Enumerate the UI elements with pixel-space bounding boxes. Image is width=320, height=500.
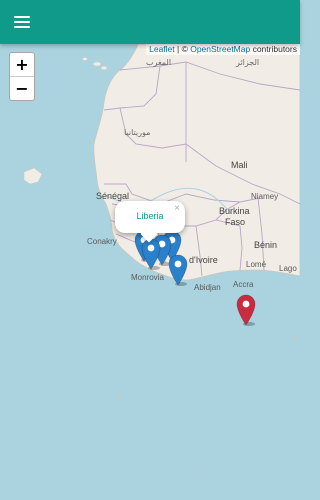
map-label-mauritania: موريتانيا: [124, 128, 151, 137]
map-label-monrovia: Monrovia: [131, 273, 164, 282]
map-basemap: [23, 44, 300, 472]
map-label-benin: Bénin: [254, 240, 278, 250]
marker-red-1[interactable]: [236, 294, 256, 326]
zoom-out-button[interactable]: −: [10, 77, 34, 100]
zoom-control: + −: [9, 52, 35, 101]
marker-popup: × Liberia: [115, 201, 185, 243]
attribution-separator: | ©: [174, 44, 191, 54]
map-label-niamey: Niamey: [251, 192, 279, 201]
map-label-abidjan: Abidjan: [194, 283, 221, 292]
map-label-conakry: Conakry: [87, 237, 117, 246]
map-label-mali: Mali: [231, 160, 248, 170]
attribution-suffix: contributors: [250, 44, 297, 54]
map-label-ivoire: d'Ivoire: [189, 255, 218, 265]
map-label-lagos: Lago: [279, 264, 297, 273]
zoom-in-button[interactable]: +: [10, 53, 34, 77]
map-label-algeria: الجزائر: [236, 58, 260, 67]
marker-blue-4[interactable]: [141, 238, 161, 270]
map-label-accra: Accra: [233, 280, 254, 289]
map-label-maghreb: المغرب: [146, 58, 172, 67]
map-label-faso: Faso: [225, 217, 246, 227]
map-view[interactable]: Leaflet | © OpenStreetMap contributors +…: [0, 44, 300, 500]
map-label-senegal: Sénégal: [96, 191, 130, 201]
map-label-lome: Lomé: [246, 260, 267, 269]
osm-link[interactable]: OpenStreetMap: [190, 44, 250, 54]
popup-title: Liberia: [136, 211, 164, 221]
map-attribution: Leaflet | © OpenStreetMap contributors: [146, 44, 300, 55]
map-label-burkina: Burkina: [219, 206, 250, 216]
hamburger-menu-icon[interactable]: [8, 8, 36, 36]
leaflet-link[interactable]: Leaflet: [149, 44, 175, 54]
app-bar: [0, 0, 300, 44]
marker-blue-5[interactable]: [168, 254, 188, 286]
